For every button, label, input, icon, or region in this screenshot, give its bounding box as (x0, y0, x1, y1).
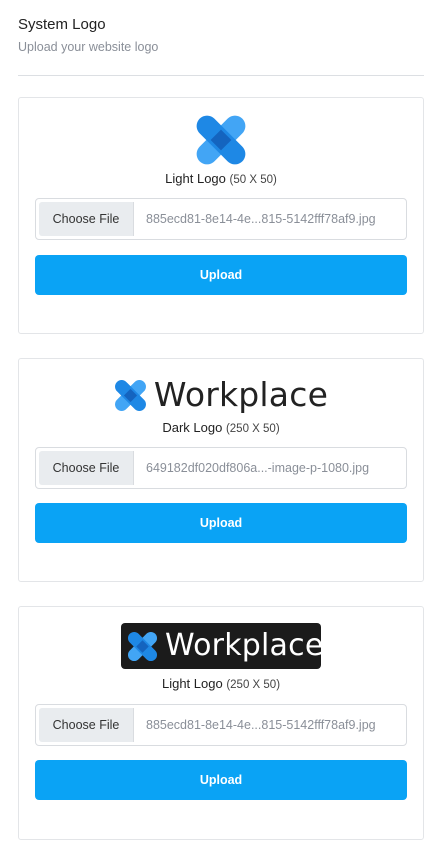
choose-file-button[interactable]: Choose File (39, 708, 134, 742)
logo-preview (19, 114, 423, 166)
logo-dimensions: (50 X 50) (229, 174, 277, 186)
workplace-logo-icon (114, 379, 146, 411)
logo-preview: Workplace (19, 623, 423, 669)
logo-label: Light Logo (161, 676, 223, 691)
logo-wordmark-text: Workplace (165, 628, 324, 663)
logo-label: Dark Logo (162, 420, 223, 435)
light-logo-card: Light Logo (50 X 50) Choose File 885ecd8… (18, 97, 424, 334)
choose-file-button[interactable]: Choose File (39, 451, 134, 485)
upload-button[interactable]: Upload (35, 255, 407, 295)
workplace-wordmark: Workplace (114, 375, 328, 415)
file-name: 885ecd81-8e14-4e...815-5142fff78af9.jpg (146, 718, 376, 732)
upload-button[interactable]: Upload (35, 503, 407, 543)
file-input[interactable]: Choose File 649182df020df806a...-image-p… (35, 447, 407, 489)
file-input[interactable]: Choose File 885ecd81-8e14-4e...815-5142f… (35, 198, 407, 240)
logo-dimensions: (250 X 50) (226, 679, 281, 691)
dark-logo-card: Workplace Dark Logo (250 X 50) Choose Fi… (18, 358, 424, 582)
choose-file-button[interactable]: Choose File (39, 202, 134, 236)
logo-caption: Dark Logo (250 X 50) (19, 419, 423, 438)
section-header: System Logo Upload your website logo (18, 15, 158, 55)
workplace-logo-icon (196, 115, 246, 165)
workplace-logo-icon (127, 631, 158, 661)
workplace-wordmark: Workplace (127, 626, 323, 666)
file-name: 649182df020df806a...-image-p-1080.jpg (146, 461, 370, 475)
logo-caption: Light Logo (50 X 50) (19, 170, 423, 189)
logo-caption: Light Logo (250 X 50) (19, 675, 423, 694)
section-title: System Logo (18, 16, 106, 33)
light-logo-wide-card: Workplace Light Logo (250 X 50) Choose F… (18, 606, 424, 840)
logo-label: Light Logo (165, 171, 226, 186)
logo-wordmark-text: Workplace (153, 375, 329, 414)
upload-button[interactable]: Upload (35, 760, 407, 800)
file-name: 885ecd81-8e14-4e...815-5142fff78af9.jpg (146, 212, 376, 226)
logo-dimensions: (250 X 50) (225, 423, 280, 435)
header-divider (18, 75, 424, 76)
section-subtitle: Upload your website logo (18, 40, 159, 54)
logo-dark-background: Workplace (121, 623, 323, 669)
file-input[interactable]: Choose File 885ecd81-8e14-4e...815-5142f… (35, 704, 407, 746)
logo-preview: Workplace (19, 375, 423, 415)
